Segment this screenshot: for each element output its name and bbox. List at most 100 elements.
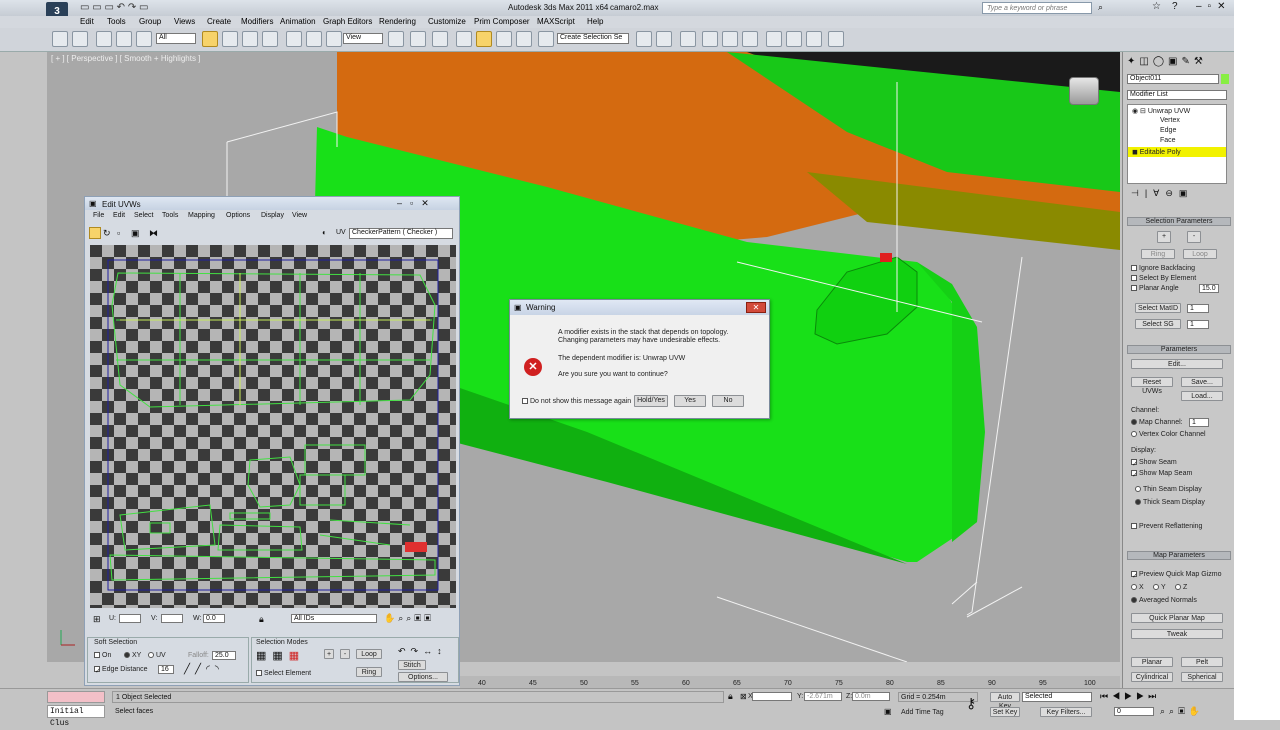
playback-controls[interactable]: ⏮◀▶▶⏭ (1100, 691, 1160, 702)
planar-angle-checkbox[interactable]: Planar Angle (1131, 285, 1179, 292)
menu-graph-editors[interactable]: Graph Editors (323, 16, 372, 28)
menu-tools[interactable]: Tools (107, 16, 126, 28)
key-filters-button[interactable]: Key Filters... (1040, 707, 1092, 717)
rect-region-icon[interactable] (242, 31, 258, 47)
xy-radio[interactable]: XY (124, 652, 141, 659)
bind-spacewarp-icon[interactable] (136, 31, 152, 47)
sg-field[interactable]: 1 (1187, 320, 1209, 329)
align-icon[interactable] (656, 31, 672, 47)
uvw-scale-icon[interactable]: ▫ (117, 228, 120, 238)
help-icon[interactable]: ? (1172, 1, 1178, 12)
uvw-menu-mapping[interactable]: Mapping (188, 212, 215, 219)
edit-uvws-button[interactable]: Edit... (1131, 359, 1223, 369)
menu-modifiers[interactable]: Modifiers (241, 16, 273, 28)
lock-icon[interactable]: 🔒︎ (259, 614, 264, 625)
time-tag-icon[interactable]: ▣ (884, 707, 892, 716)
matid-field[interactable]: 1 (1187, 304, 1209, 313)
uv-radio[interactable]: UV (148, 652, 166, 659)
vertex-color-radio[interactable]: Vertex Color Channel (1131, 431, 1206, 438)
current-frame-field[interactable]: 0 (1114, 707, 1154, 716)
render-icon[interactable] (828, 31, 844, 47)
auto-key-button[interactable]: Auto Key (990, 692, 1020, 710)
modifier-stack[interactable]: ◉ ⊟ Unwrap UVW Vertex Edge Face ◼ Editab… (1127, 104, 1227, 184)
cylindrical-button[interactable]: Cylindrical (1131, 672, 1173, 682)
select-sg-button[interactable]: Select SG (1135, 319, 1181, 329)
parameters-header[interactable]: Parameters (1127, 345, 1231, 354)
uvw-menu-edit[interactable]: Edit (113, 212, 125, 219)
z-coord-field[interactable]: 0.0m (852, 692, 890, 701)
stack-editable-poly[interactable]: ◼ Editable Poly (1128, 147, 1226, 157)
window-controls[interactable]: –▫✕ (1196, 1, 1232, 12)
x-radio[interactable]: X (1131, 584, 1144, 591)
rotate-icon[interactable] (306, 31, 322, 47)
ids-dropdown[interactable]: All IDs (291, 614, 377, 623)
dont-show-checkbox[interactable]: Do not show this message again (522, 398, 631, 405)
menu-group[interactable]: Group (139, 16, 161, 28)
absolute-mode-icon[interactable]: ⊞ (93, 614, 101, 625)
uvw-menu-options[interactable]: Options (226, 212, 250, 219)
y-radio[interactable]: Y (1153, 584, 1166, 591)
uvw-show-map-icon[interactable]: ◐ (322, 228, 327, 237)
quick-access-icons[interactable]: ▭ ▭ ▭ ↶ ↷ ▭ (80, 2, 148, 13)
yes-button[interactable]: Yes (674, 395, 706, 407)
stack-face[interactable]: Face (1160, 137, 1176, 144)
coord-mode-icon[interactable]: ⊠ (740, 692, 747, 701)
object-color-swatch[interactable] (1221, 74, 1229, 84)
load-button[interactable]: Load... (1181, 391, 1223, 401)
planar-angle-field[interactable]: 15.0 (1199, 284, 1219, 293)
save-button[interactable]: Save... (1181, 377, 1223, 387)
spherical-button[interactable]: Spherical (1181, 672, 1223, 682)
sel-ring-button[interactable]: Ring (1141, 249, 1175, 259)
stack-tools-icons[interactable]: ⊣|∀⊖▣ (1131, 188, 1193, 199)
mirror-icon[interactable] (636, 31, 652, 47)
layer-manager-icon[interactable] (680, 31, 696, 47)
graphite-toggle-icon[interactable] (702, 31, 718, 47)
hold-yes-button[interactable]: Hold/Yes (634, 395, 668, 407)
spinner-snap-icon[interactable] (516, 31, 532, 47)
uvw-rotate-icon[interactable]: ↻ (103, 228, 111, 239)
no-button[interactable]: No (712, 395, 744, 407)
snap-toggle-icon[interactable] (456, 31, 472, 47)
stack-vertex[interactable]: Vertex (1160, 117, 1180, 124)
sel-grow-button[interactable]: + (1157, 231, 1171, 243)
command-panel-tabs[interactable]: ✦◫◯▣✎⚒ (1127, 56, 1207, 67)
schematic-view-icon[interactable] (742, 31, 758, 47)
sel-shrink-button[interactable]: - (1187, 231, 1201, 243)
preview-gizmo-checkbox[interactable]: ✓Preview Quick Map Gizmo (1131, 571, 1221, 580)
menu-animation[interactable]: Animation (280, 16, 316, 28)
align-icons[interactable]: ↶↷↔↕ (398, 646, 447, 657)
uvw-menu-file[interactable]: File (93, 212, 104, 219)
uvw-uv-label[interactable]: UV (336, 229, 346, 236)
pelt-button[interactable]: Pelt (1181, 657, 1223, 667)
select-matid-button[interactable]: Select MatID (1135, 303, 1181, 313)
edge-distance-checkbox[interactable]: ✓Edge Distance (94, 666, 148, 675)
w-field[interactable]: 0.0 (203, 614, 225, 623)
menu-edit[interactable]: Edit (80, 16, 94, 28)
averaged-normals-radio[interactable]: Averaged Normals (1131, 597, 1197, 604)
help-search-input[interactable]: Type a keyword or phrase (982, 2, 1092, 14)
ring-button[interactable]: Ring (356, 667, 382, 677)
uvw-menu-view[interactable]: View (292, 212, 307, 219)
material-editor-icon[interactable] (766, 31, 782, 47)
v-field[interactable] (161, 614, 183, 623)
key-filter-dropdown[interactable]: Selected (1022, 692, 1092, 702)
uv-editor-canvas[interactable] (90, 245, 456, 608)
soft-on-checkbox[interactable]: On (94, 652, 111, 659)
select-by-element-checkbox[interactable]: Select By Element (1131, 275, 1196, 282)
selection-filter-dropdown[interactable]: All (156, 33, 196, 44)
uvw-move-icon[interactable] (89, 227, 101, 239)
rendered-frame-icon[interactable] (806, 31, 822, 47)
stack-unwrap-uvw[interactable]: ◉ ⊟ Unwrap UVW (1132, 107, 1190, 115)
show-seam-checkbox[interactable]: ✓Show Seam (1131, 459, 1177, 468)
window-crossing-icon[interactable] (262, 31, 278, 47)
shrink-button[interactable]: - (340, 649, 350, 659)
options-button[interactable]: Options... (398, 672, 448, 682)
x-coord-field[interactable] (752, 692, 792, 701)
uvw-window-controls[interactable]: –▫✕ (397, 198, 437, 209)
map-channel-radio[interactable]: Map Channel: (1131, 419, 1183, 426)
y-coord-field[interactable]: -2.671m (804, 692, 842, 701)
sel-mode-icons[interactable]: ▦▦▦ (256, 649, 305, 662)
show-map-seam-checkbox[interactable]: ✓Show Map Seam (1131, 470, 1192, 479)
texture-dropdown[interactable]: CheckerPattern ( Checker ) (349, 228, 453, 239)
menu-views[interactable]: Views (174, 16, 195, 28)
